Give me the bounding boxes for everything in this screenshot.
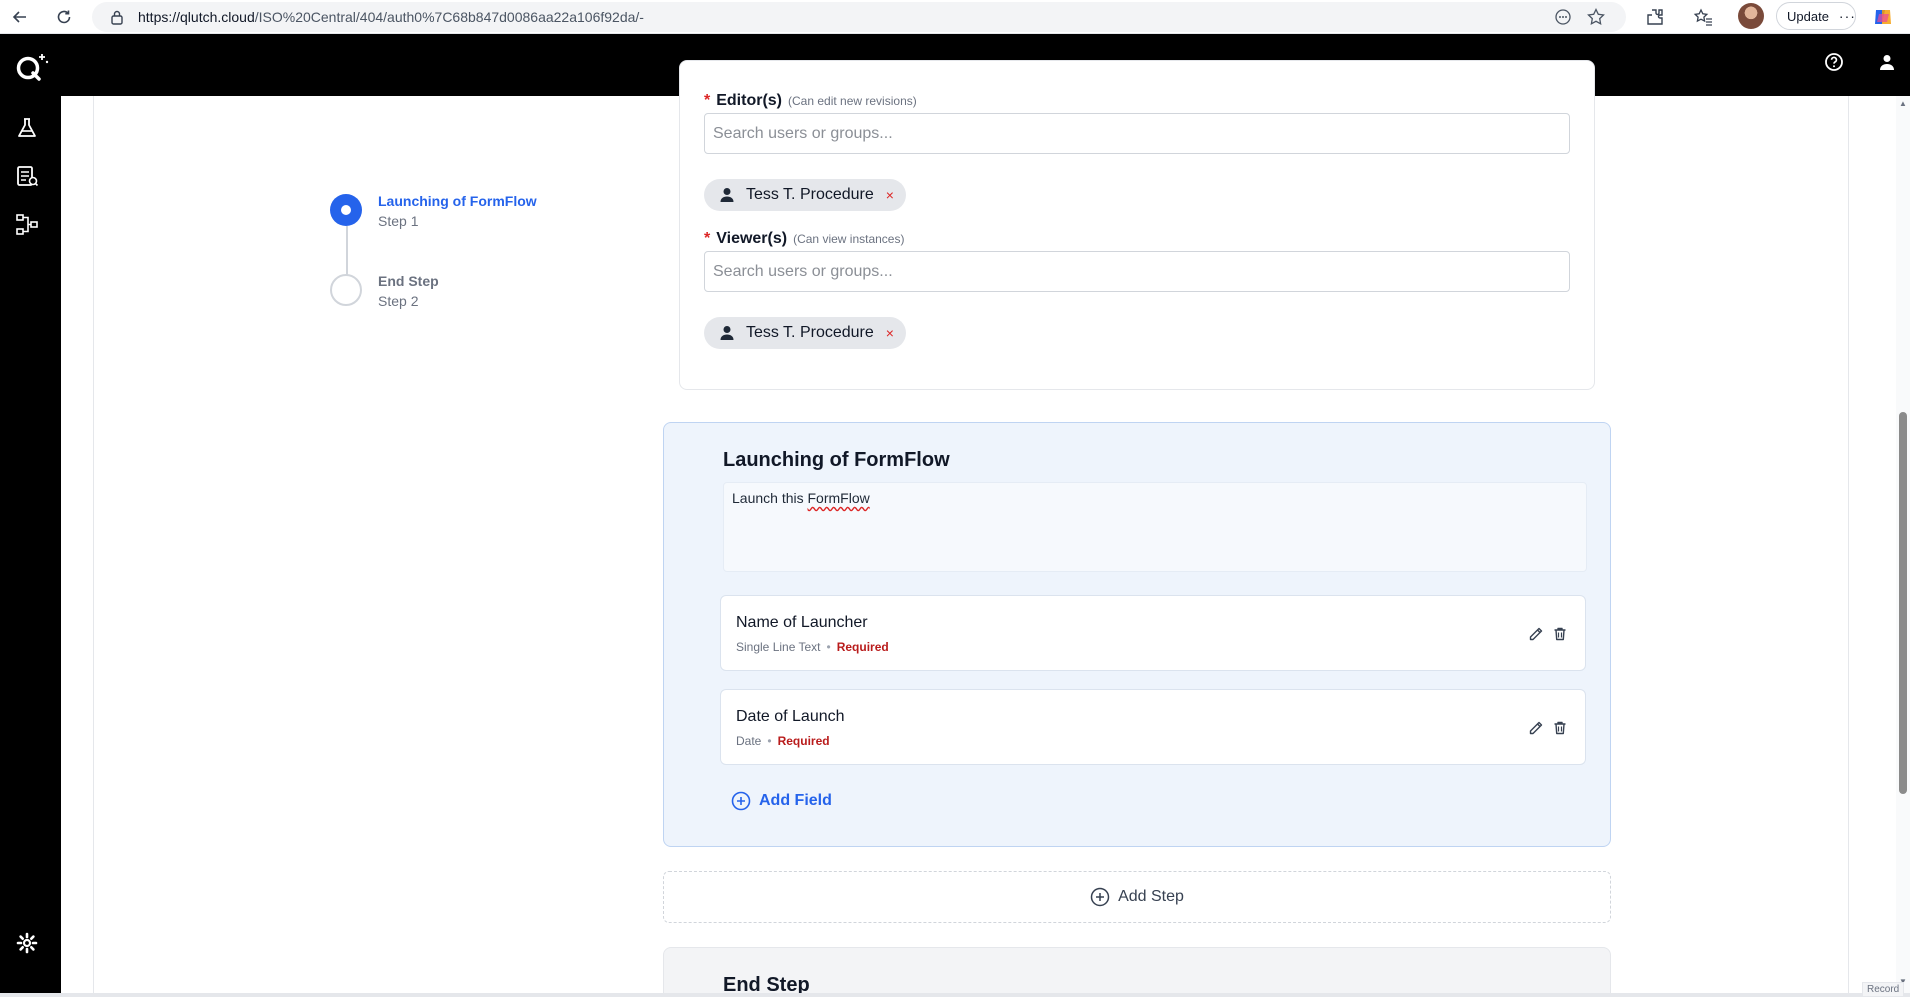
viewer-chip: Tess T. Procedure ×: [704, 317, 906, 349]
viewers-label-text: Viewer(s): [716, 230, 788, 247]
field-meta: Date • Required: [736, 734, 830, 748]
viewers-search-input[interactable]: [704, 251, 1570, 292]
viewers-hint: (Can view instances): [793, 232, 905, 246]
editor-chip: Tess T. Procedure ×: [704, 179, 906, 211]
add-step-button[interactable]: Add Step: [663, 871, 1611, 923]
meta-separator: •: [826, 640, 831, 654]
remove-chip-icon[interactable]: ×: [886, 187, 894, 203]
field-meta: Single Line Text • Required: [736, 640, 889, 654]
more-icon: ···: [1838, 8, 1856, 24]
read-aloud-icon[interactable]: [1554, 8, 1572, 31]
update-button[interactable]: Update ···: [1776, 2, 1856, 30]
step-card-title[interactable]: Launching of FormFlow: [723, 449, 950, 472]
settings-gear-icon[interactable]: [14, 930, 40, 956]
url-text: https://qlutch.cloud/ISO%20Central/404/a…: [138, 9, 644, 25]
step-1-indicator[interactable]: [330, 194, 362, 226]
editors-hint: (Can edit new revisions): [788, 94, 917, 108]
address-bar[interactable]: https://qlutch.cloud/ISO%20Central/404/a…: [92, 2, 1626, 32]
description-misspelled-word: FormFlow: [807, 490, 870, 506]
field-type: Single Line Text: [736, 640, 821, 654]
user-icon: [718, 324, 736, 342]
step-2-title[interactable]: End Step: [378, 273, 439, 289]
field-card-date-of-launch[interactable]: [720, 689, 1586, 765]
delete-trash-icon[interactable]: [1550, 718, 1570, 738]
editors-label: * Editor(s) (Can edit new revisions): [704, 92, 917, 110]
documents-icon[interactable]: [14, 163, 40, 189]
url-host: https://qlutch.cloud: [138, 9, 255, 25]
step-2-indicator[interactable]: [330, 274, 362, 306]
browser-toolbar: https://qlutch.cloud/ISO%20Central/404/a…: [0, 0, 1910, 34]
record-label[interactable]: Record: [1862, 982, 1905, 997]
workflow-icon[interactable]: [14, 211, 40, 237]
extensions-icon[interactable]: [1642, 4, 1668, 30]
field-type: Date: [736, 734, 762, 748]
required-badge: Required: [777, 734, 830, 748]
lock-icon: [110, 9, 124, 30]
copilot-icon[interactable]: [1870, 4, 1896, 30]
lab-flask-icon[interactable]: [14, 115, 40, 141]
required-asterisk: *: [704, 92, 711, 109]
add-step-label: Add Step: [1118, 888, 1184, 905]
content-divider: [93, 96, 94, 993]
qlutch-logo-icon[interactable]: [12, 50, 50, 84]
meta-separator: •: [767, 734, 772, 748]
plus-circle-icon: [731, 791, 751, 811]
user-account-icon[interactable]: [1875, 50, 1899, 74]
user-icon: [718, 186, 736, 204]
favorites-icon[interactable]: [1690, 4, 1716, 30]
plus-circle-icon: [1090, 887, 1110, 907]
description-prefix: Launch this: [732, 490, 808, 506]
field-name: Name of Launcher: [736, 614, 868, 631]
step-description-text: Launch this FormFlow: [732, 490, 870, 506]
stepper-connector: [346, 226, 348, 276]
required-asterisk: *: [704, 230, 711, 247]
edit-pencil-icon[interactable]: [1526, 718, 1546, 738]
back-icon[interactable]: [6, 3, 34, 31]
remove-chip-icon[interactable]: ×: [886, 325, 894, 341]
viewers-label: * Viewer(s) (Can view instances): [704, 230, 904, 248]
url-path: /ISO%20Central/404/auth0%7C68b847d0086aa…: [254, 9, 644, 25]
help-icon[interactable]: [1822, 50, 1846, 74]
step-1-title[interactable]: Launching of FormFlow: [378, 193, 537, 209]
edit-pencil-icon[interactable]: [1526, 624, 1546, 644]
profile-avatar[interactable]: [1738, 3, 1764, 29]
add-field-button[interactable]: Add Field: [731, 791, 832, 811]
favorite-star-icon[interactable]: [1586, 7, 1606, 32]
editors-search-input[interactable]: [704, 113, 1570, 154]
update-label: Update: [1787, 8, 1829, 24]
delete-trash-icon[interactable]: [1550, 624, 1570, 644]
step-1-subtitle: Step 1: [378, 213, 419, 229]
field-name: Date of Launch: [736, 708, 845, 725]
step-2-subtitle: Step 2: [378, 293, 419, 309]
content-divider: [1848, 96, 1849, 993]
editor-chip-name: Tess T. Procedure: [746, 186, 874, 203]
field-card-name-of-launcher[interactable]: [720, 595, 1586, 671]
editors-label-text: Editor(s): [716, 92, 783, 109]
viewer-chip-name: Tess T. Procedure: [746, 324, 874, 341]
status-strip: [0, 993, 1910, 997]
scrollbar-thumb[interactable]: [1899, 412, 1907, 794]
add-field-label: Add Field: [759, 792, 832, 809]
reload-icon[interactable]: [50, 3, 78, 31]
required-badge: Required: [836, 640, 889, 654]
scroll-up-icon[interactable]: ▲: [1899, 100, 1907, 108]
